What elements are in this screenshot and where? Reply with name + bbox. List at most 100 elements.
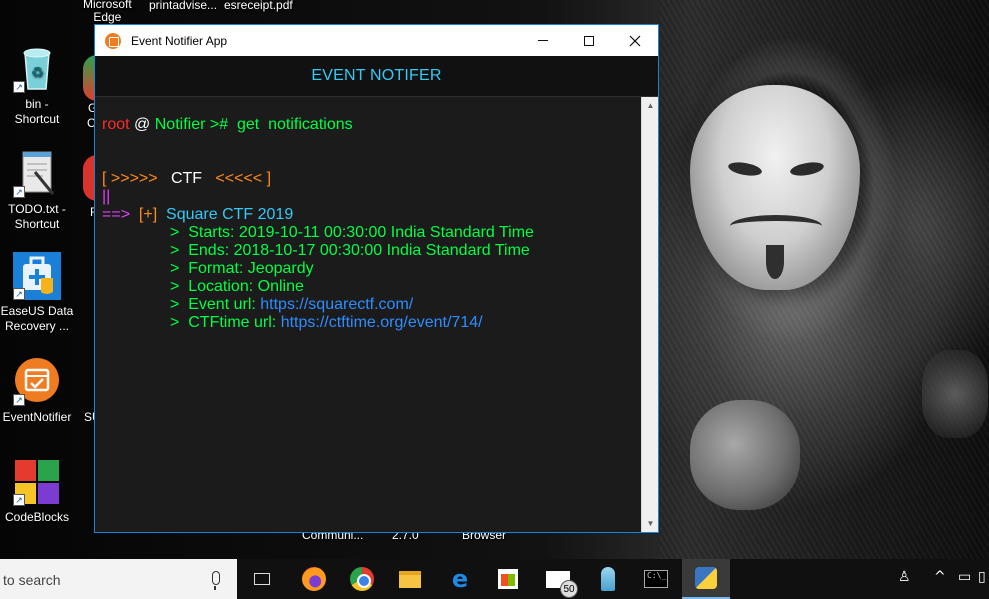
shortcut-arrow-icon: ↗ bbox=[13, 494, 25, 506]
close-button[interactable] bbox=[612, 25, 658, 56]
desktop-icon-todo[interactable]: ↗ TODO.txt - Shortcut bbox=[0, 150, 74, 232]
event-name: Square CTF 2019 bbox=[166, 206, 294, 223]
easeus-icon: ↗ bbox=[13, 252, 61, 300]
desktop-icon-eventnotifier[interactable]: ↗ EventNotifier bbox=[0, 358, 74, 425]
pipe-line: || bbox=[102, 188, 111, 205]
detail-location: > Location: Online bbox=[102, 278, 641, 296]
svg-text:♻: ♻ bbox=[31, 65, 44, 81]
detail-format: > Format: Jeopardy bbox=[102, 260, 641, 278]
detail-label: > Event url: bbox=[170, 296, 261, 313]
taskbar-mail[interactable]: 50 bbox=[534, 559, 582, 599]
detail-event-url: > Event url: https://squarectf.com/ bbox=[102, 296, 641, 314]
scroll-down-icon[interactable]: ▼ bbox=[642, 515, 659, 532]
folder-icon bbox=[399, 570, 421, 588]
desktop-label-edge[interactable]: Microsoft Edge bbox=[83, 0, 132, 24]
taskbar-edge[interactable]: e bbox=[436, 559, 484, 599]
shortcut-arrow-icon: ↗ bbox=[13, 186, 25, 198]
network-icon[interactable]: ▯ bbox=[978, 569, 986, 585]
chrome-icon bbox=[350, 567, 374, 591]
desktop-icon-label: EaseUS Data Recovery ... bbox=[0, 304, 74, 333]
prompt-host: Notifier ># bbox=[154, 116, 229, 133]
section-close: <<<<< ] bbox=[215, 170, 272, 187]
title-bar[interactable]: Event Notifier App bbox=[95, 25, 658, 56]
mask-moustache bbox=[730, 215, 822, 237]
wallpaper-emblem bbox=[922, 350, 988, 438]
detail-value: 2018-10-17 00:30:00 India Standard Time bbox=[233, 242, 530, 259]
taskbar-app[interactable] bbox=[584, 559, 632, 599]
terminal-output[interactable]: root @ Notifier ># get notifications [ >… bbox=[95, 97, 641, 532]
task-view-button[interactable] bbox=[238, 559, 286, 599]
mask-right-eye bbox=[789, 160, 825, 178]
shortcut-arrow-icon: ↗ bbox=[13, 394, 25, 406]
minimize-button[interactable] bbox=[520, 25, 566, 56]
taskbar-file-explorer[interactable] bbox=[386, 559, 434, 599]
taskbar-search-box[interactable]: to search bbox=[0, 559, 237, 599]
chevron-up-icon[interactable]: ^ bbox=[934, 569, 946, 585]
shortcut-arrow-icon: ↗ bbox=[13, 81, 25, 93]
detail-value: 2019-10-11 00:30:00 India Standard Time bbox=[238, 224, 534, 241]
wallpaper-mask bbox=[690, 85, 860, 290]
desktop-label-esreceipt[interactable]: esreceipt.pdf bbox=[224, 0, 293, 12]
store-icon bbox=[498, 569, 518, 589]
prompt-line: root @ Notifier ># get notifications bbox=[102, 116, 641, 134]
prompt-command: get notifications bbox=[237, 116, 353, 133]
desktop-label-printadvise[interactable]: printadvise... bbox=[149, 0, 217, 12]
mail-icon: 50 bbox=[546, 570, 578, 598]
detail-label: > Location: bbox=[170, 278, 258, 295]
event-notifier-icon: ↗ bbox=[13, 358, 61, 406]
edge-icon: e bbox=[451, 565, 469, 593]
notepad-icon: ↗ bbox=[13, 150, 61, 198]
recycle-bin-icon: ♻ ↗ bbox=[13, 45, 61, 93]
desktop-icon-codeblocks[interactable]: ↗ CodeBlocks bbox=[0, 458, 74, 525]
detail-label: > Format: bbox=[170, 260, 248, 277]
maximize-icon bbox=[584, 35, 594, 46]
section-header-line: [ >>>>> CTF <<<<< ] bbox=[102, 170, 641, 188]
event-notifier-window: Event Notifier App EVENT NOTIFER root @ … bbox=[94, 24, 659, 533]
taskbar-chrome[interactable] bbox=[338, 559, 386, 599]
maximize-button[interactable] bbox=[566, 25, 612, 56]
task-view-icon bbox=[254, 573, 270, 585]
detail-value: Online bbox=[257, 278, 304, 295]
app-calendar-icon bbox=[105, 32, 121, 49]
detail-ends: > Ends: 2018-10-17 00:30:00 India Standa… bbox=[102, 242, 641, 260]
search-placeholder: to search bbox=[3, 572, 61, 588]
event-marker: [+] bbox=[138, 206, 158, 223]
window-title: Event Notifier App bbox=[131, 33, 228, 48]
detail-ctftime-url: > CTFtime url: https://ctftime.org/event… bbox=[102, 314, 641, 332]
app-header: EVENT NOTIFER bbox=[95, 56, 658, 97]
codeblocks-icon: ↗ bbox=[13, 458, 61, 506]
python-icon bbox=[695, 567, 717, 589]
ctftime-url-link[interactable]: https://ctftime.org/event/714/ bbox=[281, 314, 483, 331]
taskbar-firefox[interactable] bbox=[290, 559, 338, 599]
desktop-icon-label: CodeBlocks bbox=[4, 510, 70, 524]
detail-starts: > Starts: 2019-10-11 00:30:00 India Stan… bbox=[102, 224, 641, 242]
event-url-link[interactable]: https://squarectf.com/ bbox=[260, 296, 413, 313]
scroll-up-icon[interactable]: ▲ bbox=[642, 97, 659, 114]
wallpaper-hand bbox=[690, 400, 800, 510]
command-prompt-icon: C:\_ bbox=[644, 570, 668, 588]
taskbar-store[interactable] bbox=[484, 559, 532, 599]
desktop-icon-easeus[interactable]: ↗ EaseUS Data Recovery ... bbox=[0, 252, 74, 334]
vertical-scrollbar[interactable]: ▲ ▼ bbox=[641, 97, 658, 532]
prompt-at: @ bbox=[134, 116, 151, 133]
minimize-icon bbox=[538, 40, 548, 41]
taskbar-python[interactable] bbox=[682, 559, 730, 599]
battery-icon[interactable]: ▭ bbox=[958, 569, 971, 585]
figure-icon bbox=[601, 567, 615, 591]
close-icon bbox=[629, 35, 641, 46]
event-line: ==> [+] Square CTF 2019 bbox=[102, 206, 641, 224]
detail-label: > CTFtime url: bbox=[170, 314, 281, 331]
section-name: CTF bbox=[170, 170, 203, 187]
detail-value: Jeopardy bbox=[247, 260, 314, 277]
section-open: [ >>>>> bbox=[102, 170, 158, 187]
people-icon[interactable]: ♙ bbox=[898, 569, 911, 585]
mail-badge: 50 bbox=[560, 579, 578, 598]
detail-label: > Ends: bbox=[170, 242, 234, 259]
microphone-icon[interactable] bbox=[212, 571, 220, 590]
desktop-icon-recycle-bin[interactable]: ♻ ↗ bin - Shortcut bbox=[0, 45, 74, 127]
shortcut-arrow-icon: ↗ bbox=[13, 288, 25, 300]
taskbar-cmd[interactable]: C:\_ bbox=[632, 559, 680, 599]
prompt-user: root bbox=[102, 116, 130, 133]
desktop-icon-label: EventNotifier bbox=[2, 410, 72, 424]
desktop-icon-label: TODO.txt - Shortcut bbox=[8, 202, 66, 231]
